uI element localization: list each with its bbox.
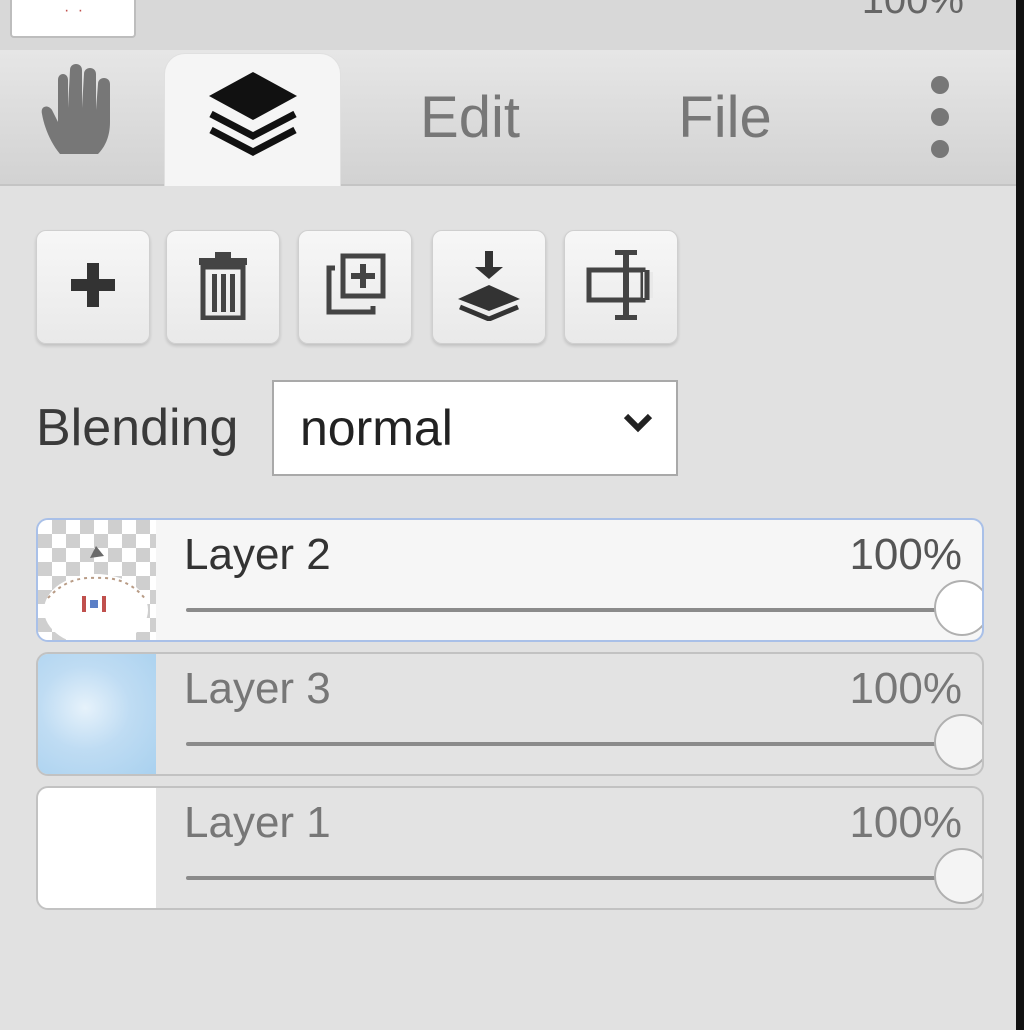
layer-opacity-slider[interactable]: [186, 848, 982, 904]
slider-handle[interactable]: [934, 848, 982, 904]
layers-icon: [207, 70, 299, 170]
tab-file[interactable]: File: [640, 50, 810, 184]
layer-opacity-value: 100%: [849, 798, 962, 847]
slider-handle[interactable]: [934, 580, 982, 636]
delete-layer-button[interactable]: [166, 230, 280, 344]
top-layer-thumbnail: · ·: [10, 0, 136, 38]
layer-opacity-value: 100%: [849, 530, 962, 579]
layer-row[interactable]: Layer 3 100%: [36, 652, 984, 776]
layer-opacity-slider[interactable]: [186, 714, 982, 770]
more-vertical-icon: [931, 76, 949, 158]
duplicate-layer-button[interactable]: [298, 230, 412, 344]
layer-name: Layer 3: [184, 664, 331, 713]
blending-mode-value: normal: [300, 400, 453, 456]
layer-row[interactable]: Layer 2 100%: [36, 518, 984, 642]
tab-edit[interactable]: Edit: [380, 50, 560, 184]
layer-thumbnail: [38, 654, 156, 774]
panel-tab-bar: Edit File: [0, 50, 1016, 186]
top-layer-strip: · · 100%: [0, 0, 1016, 50]
layer-name: Layer 1: [184, 798, 331, 847]
add-layer-button[interactable]: [36, 230, 150, 344]
blending-mode-select[interactable]: normal: [272, 380, 678, 476]
top-layer-opacity: 100%: [861, 0, 964, 22]
rename-icon: [585, 248, 657, 327]
tab-hand[interactable]: [20, 50, 140, 184]
window-edge: [1016, 0, 1024, 1030]
layer-row[interactable]: Layer 1 100%: [36, 786, 984, 910]
merge-down-icon: [456, 249, 522, 326]
layer-opacity-slider[interactable]: [186, 580, 982, 636]
more-menu-button[interactable]: [900, 50, 980, 184]
layer-thumbnail: [38, 520, 156, 640]
tab-layers[interactable]: [165, 54, 340, 186]
layer-thumbnail: [38, 788, 156, 908]
layers-panel: Blending normal Layer 2 100% Layer 3 100…: [0, 186, 1016, 1030]
chevron-down-icon: [622, 412, 654, 439]
duplicate-icon: [323, 252, 387, 323]
thumbnail-drawing: [44, 546, 148, 640]
layer-opacity-value: 100%: [849, 664, 962, 713]
trash-icon: [197, 250, 249, 325]
thumbnail-drawing: · ·: [64, 2, 86, 19]
layer-name: Layer 2: [184, 530, 331, 579]
merge-down-button[interactable]: [432, 230, 546, 344]
blending-label: Blending: [36, 399, 239, 457]
rename-layer-button[interactable]: [564, 230, 678, 344]
hand-icon: [38, 62, 122, 172]
slider-handle[interactable]: [934, 714, 982, 770]
add-icon: [69, 261, 117, 314]
